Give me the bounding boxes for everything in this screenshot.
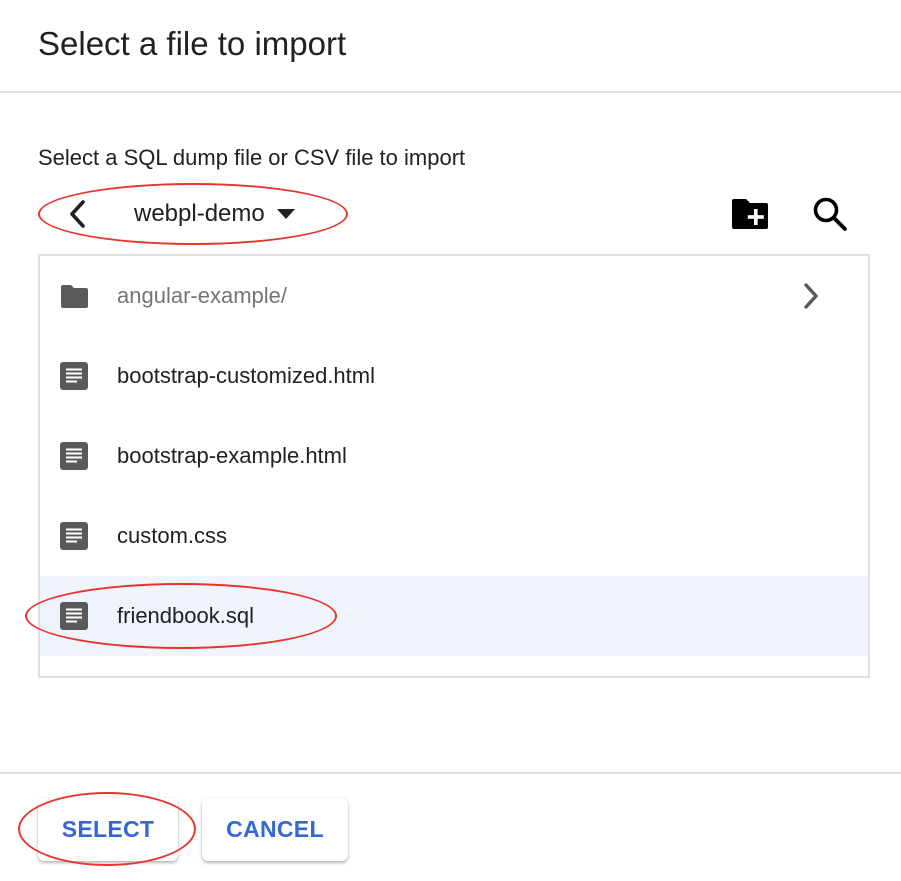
file-name: bootstrap-example.html (117, 443, 347, 468)
list-item-file-selected[interactable]: friendbook.sql (40, 576, 868, 656)
back-button[interactable] (60, 196, 96, 232)
chevron-left-icon (70, 200, 85, 228)
select-button[interactable]: SELECT (38, 798, 178, 861)
file-list: angular-example/ bootstrap-customized.ht… (38, 254, 870, 678)
document-icon (60, 362, 88, 390)
file-name: bootstrap-customized.html (117, 363, 375, 388)
chevron-right-icon[interactable] (796, 280, 828, 312)
list-item-file[interactable]: bootstrap-example.html (40, 416, 868, 496)
search-icon (813, 197, 847, 231)
document-icon (60, 522, 88, 550)
list-item-folder[interactable]: angular-example/ (40, 256, 868, 336)
file-name: custom.css (117, 523, 228, 548)
document-icon (60, 442, 88, 470)
bucket-navigation: webpl-demo (60, 192, 295, 236)
header-divider (0, 91, 901, 93)
file-name: friendbook.sql (117, 603, 254, 628)
dialog-subtitle: Select a SQL dump file or CSV file to im… (38, 145, 466, 170)
cancel-button[interactable]: CANCEL (202, 798, 348, 861)
footer-divider (0, 772, 901, 774)
list-item-file[interactable]: bootstrap-customized.html (40, 336, 868, 416)
file-name: angular-example/ (117, 283, 287, 308)
caret-down-icon (276, 209, 295, 219)
search-button[interactable] (808, 192, 852, 236)
folder-icon (61, 285, 88, 308)
list-item-file[interactable]: custom.css (40, 496, 868, 576)
bucket-name: webpl-demo (134, 200, 265, 227)
document-icon (60, 602, 88, 630)
bucket-dropdown[interactable]: webpl-demo (134, 200, 295, 228)
create-new-folder-icon (732, 199, 768, 229)
new-folder-button[interactable] (728, 192, 772, 236)
dialog-title: Select a file to import (38, 25, 347, 62)
